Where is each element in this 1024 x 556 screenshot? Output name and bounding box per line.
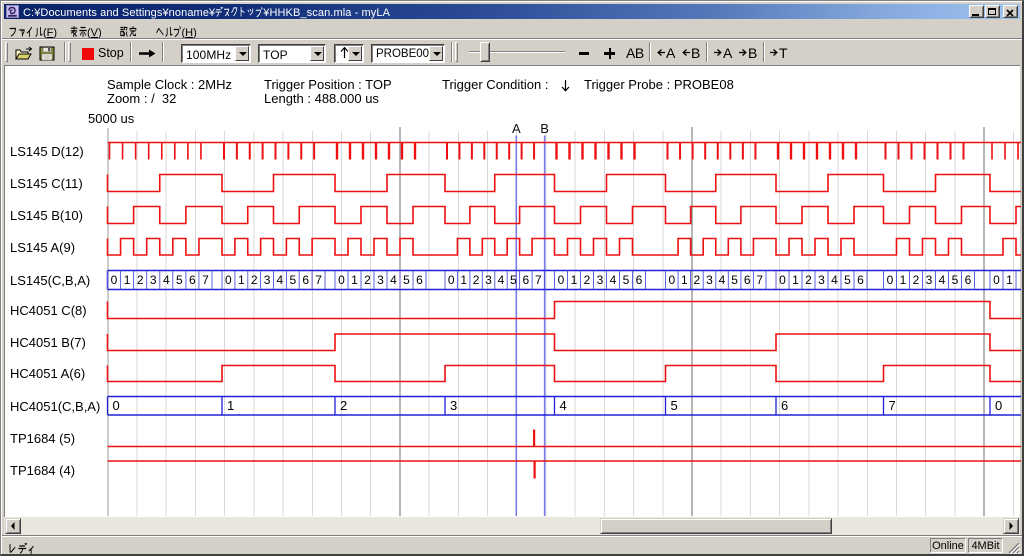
svg-text:0: 0 xyxy=(779,273,786,287)
svg-text:5: 5 xyxy=(289,273,296,287)
svg-text:4: 4 xyxy=(390,273,397,287)
svg-text:6: 6 xyxy=(857,273,864,287)
svg-text:3: 3 xyxy=(818,273,825,287)
svg-text:7: 7 xyxy=(535,273,542,287)
svg-text:5: 5 xyxy=(403,273,410,287)
svg-text:4: 4 xyxy=(610,273,617,287)
svg-text:1: 1 xyxy=(238,273,245,287)
svg-text:5: 5 xyxy=(176,273,183,287)
svg-text:6: 6 xyxy=(781,398,788,413)
svg-text:2: 2 xyxy=(584,273,591,287)
svg-text:6: 6 xyxy=(189,273,196,287)
svg-text:2: 2 xyxy=(473,273,480,287)
svg-text:1: 1 xyxy=(351,273,358,287)
svg-text:6: 6 xyxy=(302,273,309,287)
svg-text:1: 1 xyxy=(1006,273,1013,287)
svg-text:0: 0 xyxy=(111,273,118,287)
svg-text:6: 6 xyxy=(744,273,751,287)
svg-text:6: 6 xyxy=(636,273,643,287)
svg-text:4: 4 xyxy=(498,273,505,287)
svg-text:6: 6 xyxy=(965,273,972,287)
svg-text:7: 7 xyxy=(315,273,322,287)
svg-text:1: 1 xyxy=(900,273,907,287)
svg-text:3: 3 xyxy=(926,273,933,287)
svg-text:7: 7 xyxy=(202,273,209,287)
svg-text:5: 5 xyxy=(731,273,738,287)
svg-text:4: 4 xyxy=(831,273,838,287)
svg-text:6: 6 xyxy=(416,273,423,287)
svg-text:3: 3 xyxy=(706,273,713,287)
svg-text:4: 4 xyxy=(560,398,567,413)
svg-text:5: 5 xyxy=(952,273,959,287)
svg-text:B: B xyxy=(540,121,549,136)
svg-text:2: 2 xyxy=(251,273,258,287)
svg-text:5: 5 xyxy=(844,273,851,287)
svg-text:7: 7 xyxy=(889,398,896,413)
svg-text:0: 0 xyxy=(448,273,455,287)
svg-text:3: 3 xyxy=(485,273,492,287)
svg-text:1: 1 xyxy=(460,273,467,287)
svg-text:5: 5 xyxy=(510,273,517,287)
svg-text:2: 2 xyxy=(694,273,701,287)
svg-text:4: 4 xyxy=(163,273,170,287)
svg-text:0: 0 xyxy=(113,398,120,413)
svg-text:2: 2 xyxy=(805,273,812,287)
svg-text:0: 0 xyxy=(668,273,675,287)
svg-text:0: 0 xyxy=(887,273,894,287)
svg-text:2: 2 xyxy=(913,273,920,287)
svg-text:3: 3 xyxy=(450,398,457,413)
svg-text:1: 1 xyxy=(124,273,131,287)
svg-text:0: 0 xyxy=(995,398,1002,413)
svg-text:3: 3 xyxy=(264,273,271,287)
svg-text:1: 1 xyxy=(227,398,234,413)
svg-text:5: 5 xyxy=(671,398,678,413)
svg-text:0: 0 xyxy=(558,273,565,287)
svg-text:2: 2 xyxy=(137,273,144,287)
svg-text:2: 2 xyxy=(364,273,371,287)
svg-text:1: 1 xyxy=(681,273,688,287)
svg-text:0: 0 xyxy=(338,273,345,287)
svg-text:4: 4 xyxy=(277,273,284,287)
svg-text:3: 3 xyxy=(597,273,604,287)
svg-text:1: 1 xyxy=(792,273,799,287)
svg-text:0: 0 xyxy=(225,273,232,287)
svg-text:3: 3 xyxy=(150,273,157,287)
svg-text:4: 4 xyxy=(939,273,946,287)
svg-text:A: A xyxy=(512,121,521,136)
svg-text:1: 1 xyxy=(571,273,578,287)
svg-text:0: 0 xyxy=(993,273,1000,287)
svg-text:4: 4 xyxy=(719,273,726,287)
svg-text:6: 6 xyxy=(522,273,529,287)
svg-text:7: 7 xyxy=(756,273,763,287)
svg-text:5: 5 xyxy=(623,273,630,287)
svg-text:3: 3 xyxy=(377,273,384,287)
svg-text:2: 2 xyxy=(340,398,347,413)
